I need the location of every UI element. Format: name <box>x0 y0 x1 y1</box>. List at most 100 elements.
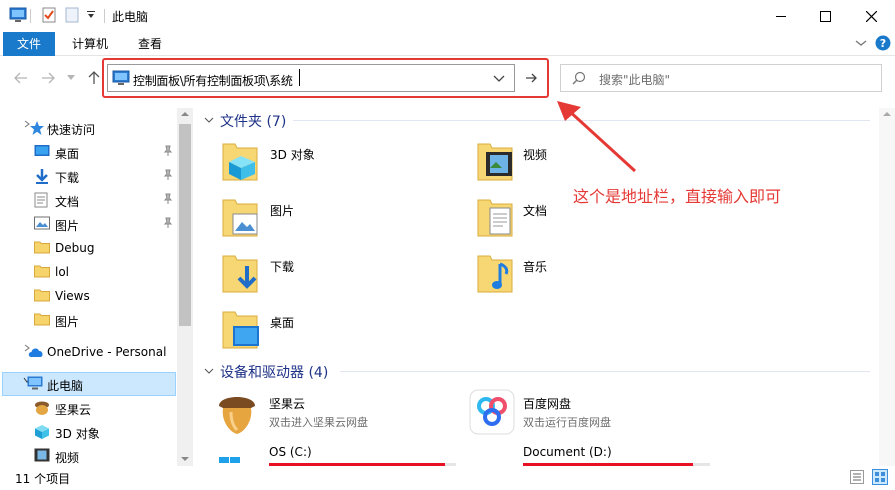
star-icon <box>29 120 45 136</box>
up-arrow-icon[interactable] <box>88 71 100 85</box>
download-icon <box>34 168 50 184</box>
nav-item-label: 下载 <box>55 171 80 185</box>
title-bar: 此电脑 <box>0 0 895 32</box>
scroll-down-icon[interactable] <box>181 456 189 462</box>
folder-3d-objects[interactable]: 3D 对象 <box>221 140 431 188</box>
group-collapse-icon[interactable] <box>204 116 214 124</box>
nav-item-debug[interactable]: Debug <box>0 236 176 260</box>
drive-description: 双击进入坚果云网盘 <box>269 416 368 429</box>
drive-name: 坚果云 <box>269 397 306 411</box>
document-icon <box>34 192 50 208</box>
folder-label: 音乐 <box>523 260 548 274</box>
drive-d[interactable]: Document (D:) <box>468 443 713 466</box>
search-icon <box>572 71 586 85</box>
folder-icon <box>34 264 50 280</box>
group-collapse-icon[interactable] <box>204 367 214 375</box>
svg-text:?: ? <box>880 37 886 50</box>
nav-item-label: 图片 <box>55 219 80 233</box>
nav-item-documents[interactable]: 文档 <box>0 188 176 212</box>
nav-item-videos[interactable]: 视频 <box>0 444 176 466</box>
nav-item-jianguoyun[interactable]: 坚果云 <box>0 396 176 420</box>
nav-item-label: 此电脑 <box>47 379 84 393</box>
nav-item-label: 桌面 <box>55 147 80 161</box>
cube-icon <box>34 424 50 440</box>
recent-locations-icon[interactable] <box>67 75 75 81</box>
annotation-text: 这个是地址栏，直接输入即可 <box>573 187 782 206</box>
scroll-up-icon[interactable] <box>883 111 891 117</box>
folder-label: 3D 对象 <box>270 148 315 162</box>
new-folder-icon[interactable] <box>65 7 79 23</box>
nav-item-label: 视频 <box>55 451 80 465</box>
nav-item-lol[interactable]: lol <box>0 260 176 284</box>
nav-item-label: 快速访问 <box>47 123 96 137</box>
forward-arrow-icon[interactable] <box>41 72 55 84</box>
document-folder-icon <box>476 196 516 240</box>
folder-pictures[interactable]: 图片 <box>221 196 431 244</box>
nav-item-this-pc[interactable]: 此电脑 <box>0 372 176 396</box>
drive-name: Document (D:) <box>523 445 612 459</box>
folder-downloads[interactable]: 下载 <box>221 252 431 300</box>
close-button[interactable] <box>848 0 894 32</box>
computer-icon <box>27 376 43 392</box>
customize-toolbar-icon[interactable] <box>86 10 96 20</box>
folder-label: 桌面 <box>270 316 295 330</box>
tab-file[interactable]: 文件 <box>3 32 55 56</box>
download-folder-icon <box>221 252 261 296</box>
nav-item-onedrive[interactable]: OneDrive - Personal <box>0 340 176 364</box>
back-arrow-icon[interactable] <box>14 72 28 84</box>
nav-item-desktop[interactable]: 桌面 <box>0 140 176 164</box>
picture-folder-icon <box>221 196 261 240</box>
properties-icon[interactable] <box>41 7 57 23</box>
divider <box>340 371 870 372</box>
drive-baidu-netdisk[interactable]: 百度网盘 双击运行百度网盘 <box>468 388 708 438</box>
drive-jianguoyun[interactable]: 坚果云 双击进入坚果云网盘 <box>215 388 455 438</box>
ribbon-tabs: 文件 计算机 查看 ? <box>0 32 895 56</box>
maximize-button[interactable] <box>802 0 848 32</box>
nav-item-label: Debug <box>55 241 95 255</box>
baidu-netdisk-icon <box>468 388 516 436</box>
drive-description: 双击运行百度网盘 <box>523 416 611 429</box>
drive-name: 百度网盘 <box>523 397 572 411</box>
nav-item-pictures[interactable]: 图片 <box>0 212 176 236</box>
item-count: 11 个项目 <box>15 472 71 486</box>
chevron-down-icon[interactable] <box>855 38 867 48</box>
scroll-up-icon[interactable] <box>181 111 189 117</box>
nav-item-label: 坚果云 <box>55 403 92 417</box>
tab-computer[interactable]: 计算机 <box>62 32 118 56</box>
video-icon <box>34 448 50 464</box>
cube-folder-icon <box>221 140 261 184</box>
nav-item-views[interactable]: Views <box>0 284 176 308</box>
minimize-button[interactable] <box>758 0 804 32</box>
folder-label: 图片 <box>270 204 295 218</box>
folder-icon <box>34 240 50 256</box>
windows-drive-icon <box>219 457 243 466</box>
details-view-icon[interactable] <box>850 470 864 484</box>
desktop-icon <box>34 144 50 160</box>
nav-item-label: 3D 对象 <box>55 427 100 441</box>
large-icons-view-icon[interactable] <box>872 469 888 485</box>
nav-item-label: 图片 <box>55 315 80 329</box>
folder-desktop[interactable]: 桌面 <box>221 308 431 356</box>
annotation-arrow <box>553 97 643 177</box>
folder-label: 下载 <box>270 260 295 274</box>
status-bar <box>0 466 895 490</box>
folder-music[interactable]: 音乐 <box>476 252 686 300</box>
drives-header[interactable]: 设备和驱动器 (4) <box>220 362 328 382</box>
help-icon[interactable]: ? <box>875 35 891 51</box>
cloud-icon <box>27 346 43 362</box>
drive-c[interactable]: OS (C:) <box>215 443 460 466</box>
picture-icon <box>34 216 50 232</box>
folders-header[interactable]: 文件夹 (7) <box>220 111 286 131</box>
nav-item-pictures-folder[interactable]: 图片 <box>0 308 176 332</box>
search-placeholder: 搜索"此电脑" <box>599 73 671 87</box>
content-scrollbar[interactable] <box>879 108 895 466</box>
nav-item-downloads[interactable]: 下载 <box>0 164 176 188</box>
nav-item-3d-objects[interactable]: 3D 对象 <box>0 420 176 444</box>
nav-item-quick-access[interactable]: 快速访问 <box>0 116 176 140</box>
address-highlight-box <box>102 58 549 98</box>
nut-icon <box>215 388 259 436</box>
computer-icon <box>9 7 27 23</box>
tab-view[interactable]: 查看 <box>128 32 172 56</box>
drive-name: OS (C:) <box>269 445 312 459</box>
nav-scroll-thumb[interactable] <box>179 124 191 326</box>
